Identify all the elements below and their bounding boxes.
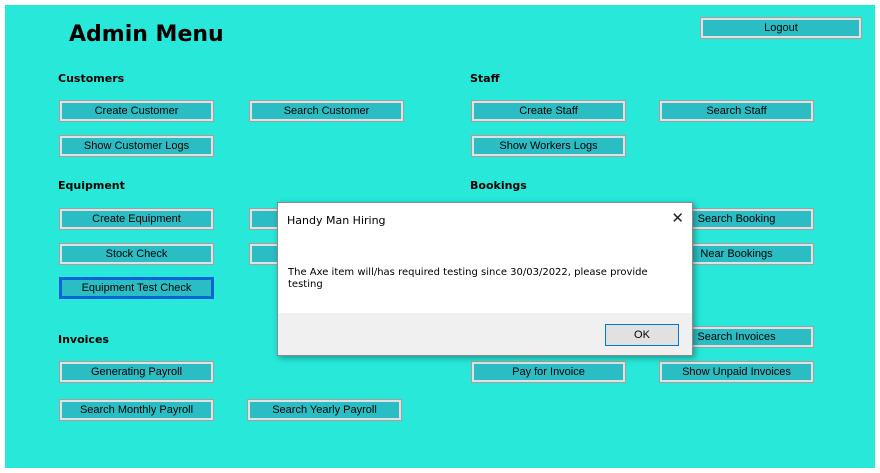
search-customer-button[interactable]: Search Customer bbox=[249, 100, 404, 122]
search-yearly-payroll-button[interactable]: Search Yearly Payroll bbox=[247, 399, 402, 421]
show-customer-logs-button[interactable]: Show Customer Logs bbox=[59, 135, 214, 157]
staff-heading: Staff bbox=[470, 72, 500, 85]
show-workers-logs-button[interactable]: Show Workers Logs bbox=[471, 135, 626, 157]
create-customer-button[interactable]: Create Customer bbox=[59, 100, 214, 122]
page-title: Admin Menu bbox=[69, 22, 224, 47]
ok-button[interactable]: OK bbox=[605, 324, 679, 346]
equipment-heading: Equipment bbox=[58, 179, 125, 192]
equipment-test-check-button[interactable]: Equipment Test Check bbox=[59, 277, 214, 299]
dialog-footer: OK bbox=[278, 313, 692, 355]
create-staff-button[interactable]: Create Staff bbox=[471, 100, 626, 122]
dialog-title: Handy Man Hiring bbox=[287, 214, 386, 227]
logout-button[interactable]: Logout bbox=[700, 17, 862, 39]
create-equipment-button[interactable]: Create Equipment bbox=[59, 208, 214, 230]
search-staff-button[interactable]: Search Staff bbox=[659, 100, 814, 122]
close-icon[interactable]: ✕ bbox=[671, 209, 684, 227]
show-unpaid-invoices-button[interactable]: Show Unpaid Invoices bbox=[659, 361, 814, 383]
message-dialog: Handy Man Hiring ✕ The Axe item will/has… bbox=[277, 202, 693, 356]
pay-for-invoice-button[interactable]: Pay for Invoice bbox=[471, 361, 626, 383]
dialog-message: The Axe item will/has required testing s… bbox=[288, 267, 648, 290]
admin-menu-window: Admin Menu Logout Customers Create Custo… bbox=[5, 5, 875, 468]
search-monthly-payroll-button[interactable]: Search Monthly Payroll bbox=[59, 399, 214, 421]
bookings-heading: Bookings bbox=[470, 179, 527, 192]
invoices-heading: Invoices bbox=[58, 333, 109, 346]
generating-payroll-button[interactable]: Generating Payroll bbox=[59, 361, 214, 383]
stock-check-button[interactable]: Stock Check bbox=[59, 243, 214, 265]
customers-heading: Customers bbox=[58, 72, 125, 85]
